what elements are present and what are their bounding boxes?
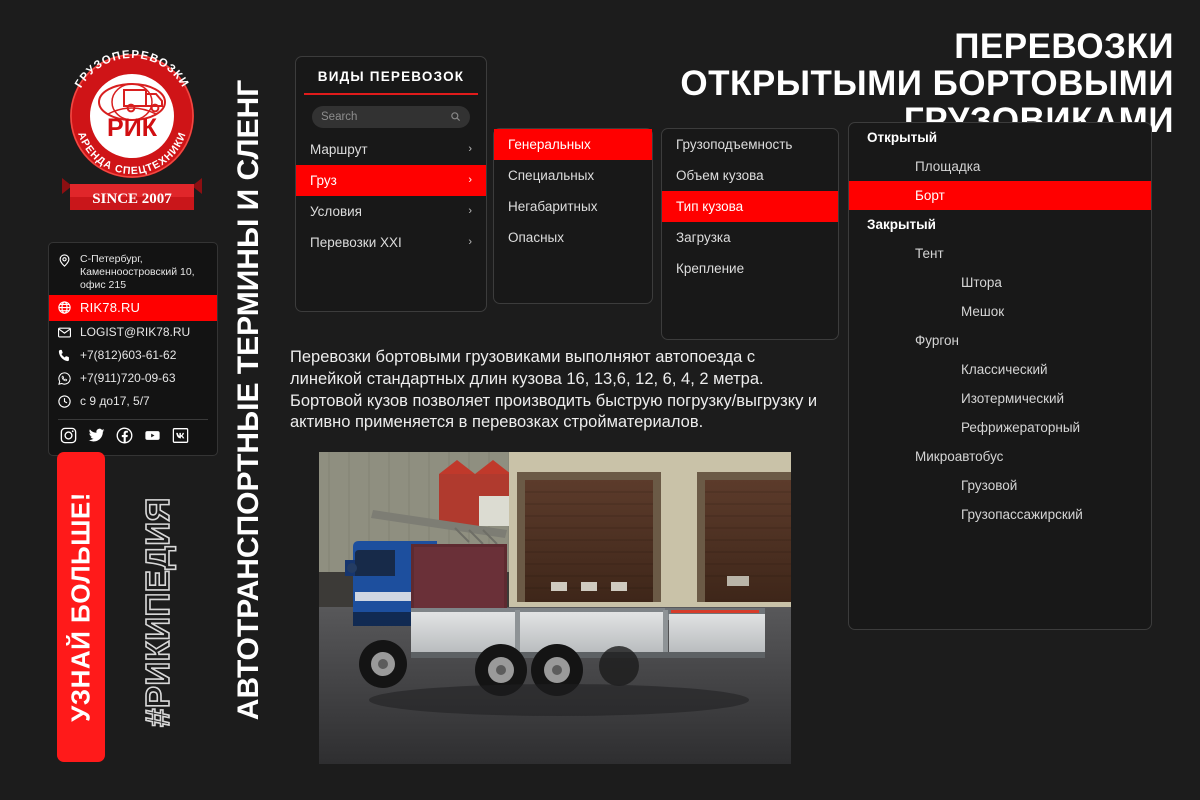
contact-email-row[interactable]: LOGIST@RIK78.RU [49,321,217,344]
contact-whatsapp-row[interactable]: +7(911)720-09-63 [49,367,217,390]
body-type-item-штора[interactable]: Штора [849,268,1151,297]
body-type-item-тент[interactable]: Тент [849,239,1151,268]
menu-item-груз[interactable]: Груз › [296,164,486,196]
chevron-right-icon: › [468,143,472,155]
learn-more-label: УЗНАЙ БОЛЬШЕ! [65,492,96,722]
body-type-item-закрытый[interactable]: Закрытый [849,210,1151,239]
conditions-list: Грузоподъемность Объем кузова Тип кузова За… [662,129,838,284]
condition-item-грузоподъемность[interactable]: Грузоподъемность [662,129,838,160]
menu-panel-conditions: Грузоподъемность Объем кузова Тип кузова За… [661,128,839,340]
body-type-item-рефрижераторный[interactable]: Рефрижераторный [849,413,1151,442]
menu-item-условия[interactable]: Условия › [296,196,486,227]
panel-title-transport-types: ВИДЫ ПЕРЕВОЗОК [317,69,465,84]
contact-address-row: С-Петербург, Каменноостровский 10, офис … [49,249,217,295]
body-type-item-борт[interactable]: Борт [849,181,1151,210]
globe-icon [56,299,73,316]
vertical-section-title: АВТОТРАНСПОРТНЫЕ ТЕРМИНЫ И СЛЕНГ [215,0,283,800]
search-icon [451,112,461,122]
body-type-item-открытый[interactable]: Открытый [849,123,1151,152]
body-type-item-фургон[interactable]: Фургон [849,326,1151,355]
vk-icon[interactable] [171,426,190,445]
body-type-item-классический[interactable]: Классический [849,355,1151,384]
contact-hours-text: с 9 до17, 5/7 [80,393,150,408]
menu-item-маршрут[interactable]: Маршрут › [296,134,486,165]
menu-item-label: Перевозки XXI [310,234,402,250]
flatbed-truck-photo [319,452,791,764]
body-type-item-грузовой[interactable]: Грузовой [849,471,1151,500]
contact-email-text: LOGIST@RIK78.RU [80,324,191,339]
hashtag-label: #РИКИПЕДИЯ [138,496,177,727]
chevron-right-icon: › [468,174,472,186]
body-type-item-изотермический[interactable]: Изотермический [849,384,1151,413]
cargo-item-негабаритных[interactable]: Негабаритных [494,191,652,222]
body-type-item-грузопассажирский[interactable]: Грузопассажирский [849,500,1151,529]
envelope-icon [56,324,73,341]
svg-text:РИК: РИК [107,114,158,142]
search-placeholder: Search [321,110,358,123]
clock-icon [56,393,73,410]
body-type-item-микроавтобус[interactable]: Микроавтобус [849,442,1151,471]
hashtag-badge: #РИКИПЕДИЯ [128,452,188,772]
condition-item-крепление[interactable]: Крепление [662,253,838,284]
contact-phone-row[interactable]: +7(812)603-61-62 [49,344,217,367]
social-links [49,424,217,449]
menu-panel-cargo: Генеральных Специальных Негабаритных Опасны… [493,128,653,304]
body-types-tree: Открытый Площадка Борт Закрытый Тент Штора Меш… [849,123,1151,529]
company-logo[interactable]: РИК ГРУЗОПЕРЕВОЗКИ АРЕНДА СПЕЦТЕХНИКИ SI… [52,28,212,228]
body-type-item-площадка[interactable]: Площадка [849,152,1151,181]
contact-website-text: RIK78.RU [80,300,141,316]
left-column: РИК ГРУЗОПЕРЕВОЗКИ АРЕНДА СПЕЦТЕХНИКИ SI… [0,0,218,800]
contact-phone-text: +7(812)603-61-62 [80,347,177,362]
cargo-item-опасных[interactable]: Опасных [494,222,652,253]
cargo-item-специальных[interactable]: Специальных [494,160,652,191]
condition-item-тип-кузова[interactable]: Тип кузова [662,191,838,222]
body-type-item-мешок[interactable]: Мешок [849,297,1151,326]
menu-item-перевозки-xxi[interactable]: Перевозки XXI › [296,227,486,258]
chevron-right-icon: › [468,205,472,217]
vertical-section-title-text: АВТОТРАНСПОРТНЫЕ ТЕРМИНЫ И СЛЕНГ [232,79,265,721]
search-wrapper: Search [296,95,486,134]
facebook-icon[interactable] [115,426,134,445]
page-title-line1: ПЕРЕВОЗКИ [954,27,1174,66]
condition-item-объем-кузова[interactable]: Объем кузова [662,160,838,191]
menu-item-label: Условия [310,203,362,219]
youtube-icon[interactable] [143,426,162,445]
phone-icon [56,347,73,364]
whatsapp-icon [56,370,73,387]
twitter-icon[interactable] [87,426,106,445]
location-pin-icon [56,252,73,269]
menu-item-label: Груз [310,172,337,188]
description-text: Перевозки бортовыми грузовиками выполняю… [290,348,818,432]
menu-item-label: Маршрут [310,141,368,157]
search-input[interactable]: Search [312,105,470,128]
contact-website-row[interactable]: RIK78.RU [49,295,217,321]
contact-address-text: С-Петербург, Каменноостровский 10, офис … [80,253,195,292]
contact-hours-row: с 9 до17, 5/7 [49,390,217,413]
contact-divider [58,418,208,420]
instagram-icon[interactable] [59,426,78,445]
condition-item-загрузка[interactable]: Загрузка [662,222,838,253]
menu-panel-transport-types: ВИДЫ ПЕРЕВОЗОК Search Маршрут › Груз › Услов… [295,56,487,312]
transport-types-list: Маршрут › Груз › Условия › Перевозки XXI › [296,134,486,258]
contact-whatsapp-text: +7(911)720-09-63 [80,370,176,385]
cargo-item-генеральных[interactable]: Генеральных [494,129,652,160]
menu-panel-body-types: Открытый Площадка Борт Закрытый Тент Штора Меш… [848,122,1152,630]
learn-more-button[interactable]: УЗНАЙ БОЛЬШЕ! [57,452,105,762]
contact-card: С-Петербург, Каменноостровский 10, офис … [48,242,218,456]
chevron-right-icon: › [468,236,472,248]
logo-ribbon-text: SINCE 2007 [92,191,172,207]
cargo-list: Генеральных Специальных Негабаритных Опасны… [494,129,652,253]
